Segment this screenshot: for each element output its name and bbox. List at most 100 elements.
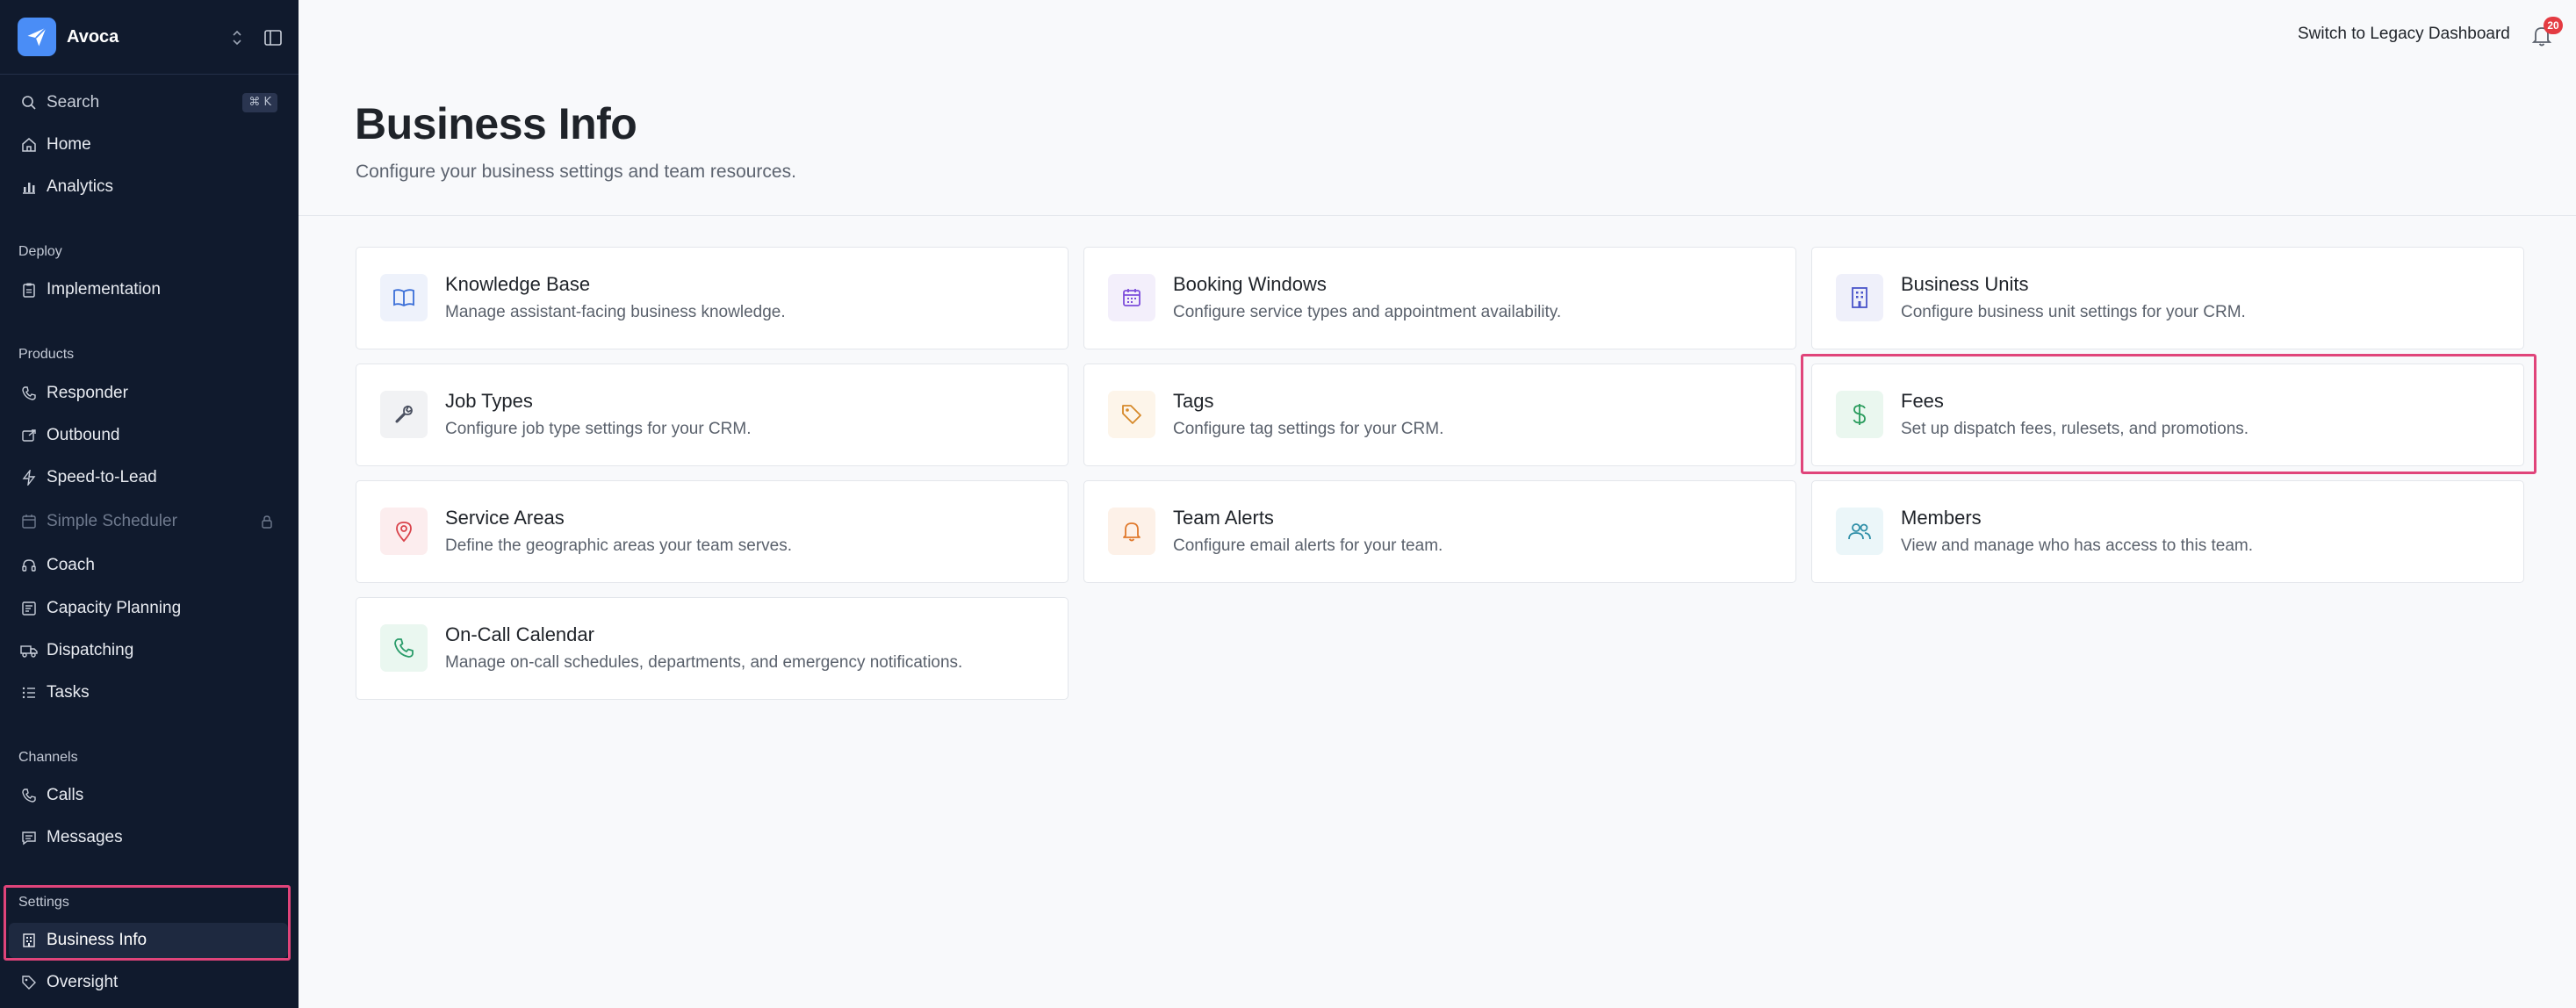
sidebar-item-calls[interactable]: Calls	[9, 778, 288, 813]
phone-icon	[380, 624, 428, 672]
search-shortcut: ⌘ K	[242, 93, 277, 112]
notification-count-badge: 20	[2544, 17, 2563, 34]
card-title: Booking Windows	[1173, 273, 1327, 295]
sidebar-item-label: Coach	[47, 556, 95, 574]
card-description: Configure job type settings for your CRM…	[445, 420, 752, 438]
lock-icon	[258, 513, 276, 530]
phone-icon	[19, 786, 39, 805]
list-icon	[19, 683, 39, 702]
phone-icon	[19, 384, 39, 403]
headset-icon	[19, 556, 39, 575]
sidebar-item-label: Outbound	[47, 426, 120, 444]
card-title: Tags	[1173, 390, 1214, 412]
card-job-types[interactable]: Job Types Configure job type settings fo…	[356, 364, 1069, 466]
card-description: View and manage who has access to this t…	[1901, 536, 2253, 555]
search-icon	[19, 93, 39, 112]
sidebar-item-label: Oversight	[47, 973, 119, 991]
sidebar-item-label: Dispatching	[47, 641, 134, 659]
section-label-products: Products	[18, 347, 75, 362]
sidebar-item-implementation[interactable]: Implementation	[9, 272, 288, 307]
section-label-deploy: Deploy	[18, 244, 62, 259]
card-title: Business Units	[1901, 273, 2029, 295]
sidebar-item-label: Implementation	[47, 280, 161, 299]
card-members[interactable]: Members View and manage who has access t…	[1811, 480, 2524, 583]
card-tags[interactable]: Tags Configure tag settings for your CRM…	[1083, 364, 1796, 466]
clipboard-icon	[19, 280, 39, 299]
card-on-call-calendar[interactable]: On-Call Calendar Manage on-call schedule…	[356, 597, 1069, 700]
workspace-name: Avoca	[67, 26, 119, 47]
card-team-alerts[interactable]: Team Alerts Configure email alerts for y…	[1083, 480, 1796, 583]
sidebar-item-label: Business Info	[47, 931, 148, 949]
building-icon	[1836, 274, 1883, 321]
sidebar-item-responder[interactable]: Responder	[9, 376, 288, 411]
search-label: Search	[47, 93, 100, 112]
card-description: Define the geographic areas your team se…	[445, 536, 792, 555]
sidebar-item-tasks[interactable]: Tasks	[9, 675, 288, 710]
sidebar-item-label: Speed-to-Lead	[47, 468, 157, 486]
sidebar-item-label: Analytics	[47, 177, 114, 196]
sliders-icon	[19, 599, 39, 618]
workspace-switcher[interactable]: Avoca	[0, 0, 299, 75]
card-description: Manage assistant-facing business knowled…	[445, 303, 786, 321]
page-title: Business Info	[355, 99, 637, 148]
sidebar-item-messages[interactable]: Messages	[9, 820, 288, 855]
map-pin-icon	[380, 508, 428, 555]
card-description: Configure service types and appointment …	[1173, 303, 1562, 321]
fees-card-highlight	[1801, 354, 2536, 474]
sidebar: Avoca Search ⌘ K Home Analytics Deploy I…	[0, 0, 299, 1008]
card-description: Manage on-call schedules, departments, a…	[445, 653, 963, 672]
message-icon	[19, 828, 39, 847]
card-description: Configure tag settings for your CRM.	[1173, 420, 1444, 438]
card-title: Members	[1901, 507, 1982, 529]
page-subtitle: Configure your business settings and tea…	[356, 162, 796, 182]
bell-icon	[1108, 508, 1155, 555]
section-label-settings: Settings	[18, 895, 69, 910]
home-icon	[19, 135, 39, 155]
sidebar-item-analytics[interactable]: Analytics	[9, 169, 288, 205]
header-divider	[299, 215, 2576, 216]
bar-chart-icon	[19, 177, 39, 197]
calendar-icon	[1108, 274, 1155, 321]
sidebar-item-label: Home	[47, 135, 91, 154]
sidebar-item-outbound[interactable]: Outbound	[9, 418, 288, 453]
card-business-units[interactable]: Business Units Configure business unit s…	[1811, 247, 2524, 349]
wrench-icon	[380, 391, 428, 438]
sidebar-item-oversight[interactable]: Oversight	[9, 965, 288, 1000]
sidebar-item-capacity-planning[interactable]: Capacity Planning	[9, 591, 288, 626]
sidebar-item-label: Simple Scheduler	[47, 512, 177, 530]
card-description: Configure email alerts for your team.	[1173, 536, 1443, 555]
sidebar-item-label: Capacity Planning	[47, 599, 182, 617]
calendar-icon	[19, 512, 39, 531]
switch-legacy-dashboard-link[interactable]: Switch to Legacy Dashboard	[2298, 25, 2510, 44]
sidebar-item-label: Calls	[47, 786, 84, 804]
truck-icon	[19, 641, 39, 660]
outbound-icon	[19, 426, 39, 445]
card-service-areas[interactable]: Service Areas Define the geographic area…	[356, 480, 1069, 583]
book-icon	[380, 274, 428, 321]
card-title: Job Types	[445, 390, 533, 412]
card-booking-windows[interactable]: Booking Windows Configure service types …	[1083, 247, 1796, 349]
sidebar-item-label: Responder	[47, 384, 128, 402]
users-icon	[1836, 508, 1883, 555]
sidebar-item-business-info[interactable]: Business Info	[9, 923, 288, 958]
card-title: On-Call Calendar	[445, 623, 594, 645]
sidebar-item-label: Messages	[47, 828, 123, 846]
sidebar-item-home[interactable]: Home	[9, 127, 288, 162]
chevron-up-down-icon[interactable]	[227, 25, 248, 51]
building-icon	[19, 931, 39, 950]
sidebar-item-simple-scheduler: Simple Scheduler	[9, 504, 288, 539]
sidebar-collapse-icon[interactable]	[262, 25, 284, 51]
sidebar-item-coach[interactable]: Coach	[9, 548, 288, 583]
card-description: Configure business unit settings for you…	[1901, 303, 2246, 321]
card-title: Knowledge Base	[445, 273, 591, 295]
sidebar-item-speed-to-lead[interactable]: Speed-to-Lead	[9, 460, 288, 495]
search-button[interactable]: Search ⌘ K	[9, 85, 288, 120]
sidebar-item-dispatching[interactable]: Dispatching	[9, 633, 288, 668]
section-label-channels: Channels	[18, 750, 78, 765]
tag-icon	[19, 973, 39, 992]
tag-icon	[1108, 391, 1155, 438]
card-title: Service Areas	[445, 507, 565, 529]
lightning-icon	[19, 468, 39, 487]
card-title: Team Alerts	[1173, 507, 1274, 529]
card-knowledge-base[interactable]: Knowledge Base Manage assistant-facing b…	[356, 247, 1069, 349]
